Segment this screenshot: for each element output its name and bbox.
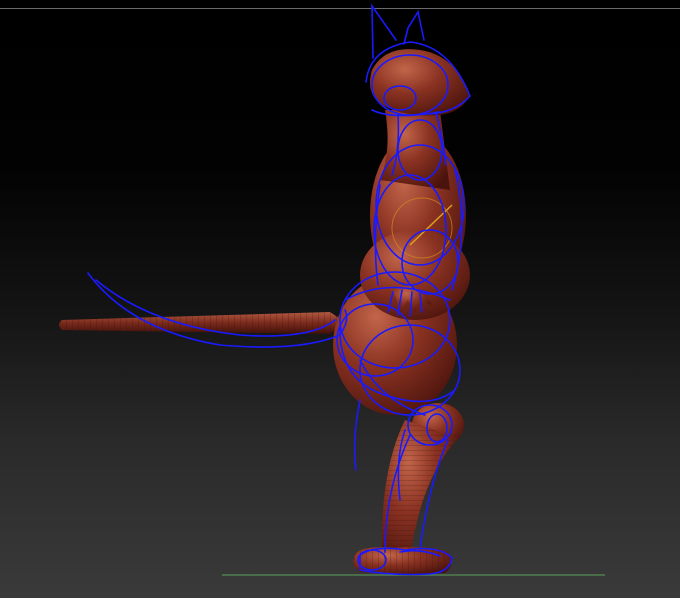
3d-viewport[interactable] [0, 0, 680, 598]
tail-mesh[interactable] [59, 312, 345, 334]
sculpt-scene[interactable] [0, 0, 680, 598]
